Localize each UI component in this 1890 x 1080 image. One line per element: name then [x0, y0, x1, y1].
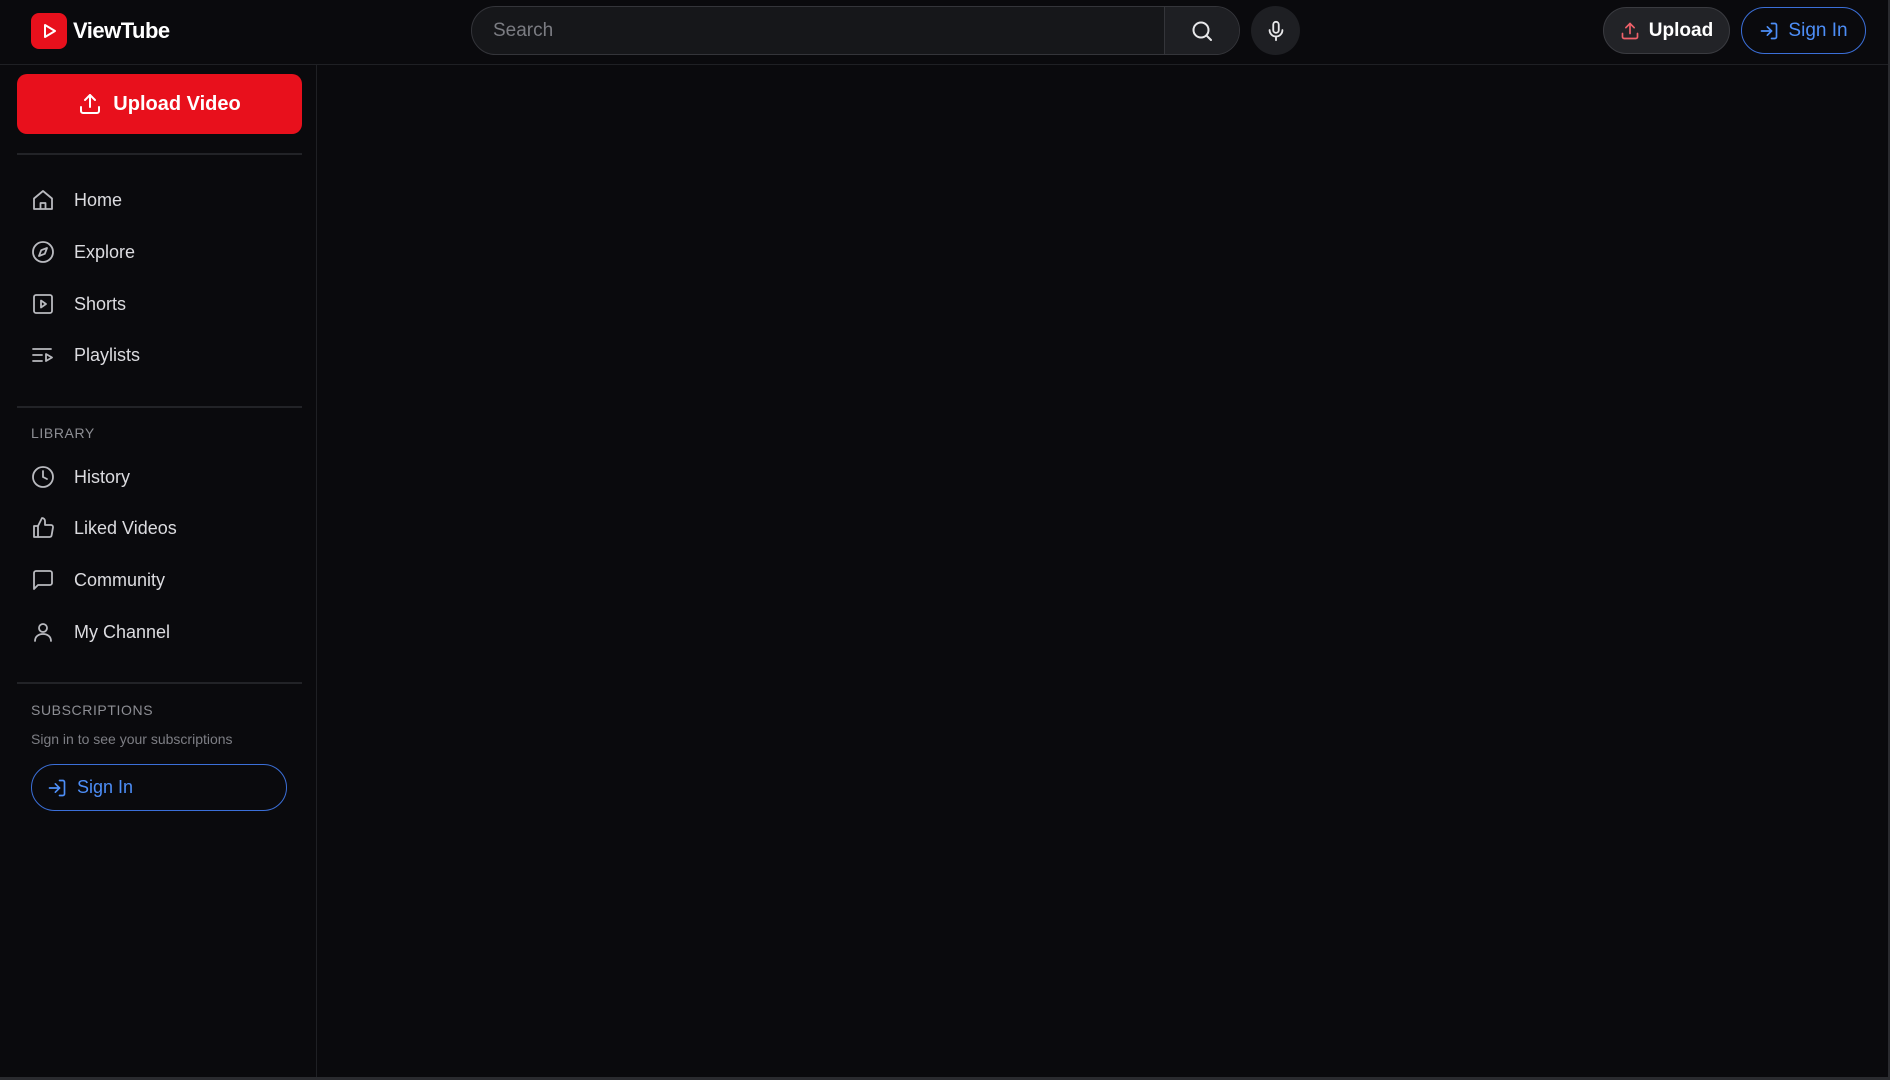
sidebar-item-label: Home	[74, 189, 123, 210]
sidebar-item-community[interactable]: Community	[17, 558, 302, 602]
upload-video-button[interactable]: Upload Video	[17, 74, 302, 134]
top-bar: ViewTube Upload Sign In	[0, 0, 1888, 65]
header-upload-label: Upload	[1648, 19, 1714, 41]
voice-search-button[interactable]	[1251, 6, 1300, 55]
sidebar-item-label: Playlists	[74, 344, 141, 365]
app-name: ViewTube	[73, 18, 170, 43]
header-sign-in-button[interactable]: Sign In	[1741, 7, 1866, 54]
message-icon	[31, 568, 55, 592]
sidebar: Upload Video Home Explore Shorts Playlis…	[0, 65, 317, 1077]
logo[interactable]: ViewTube	[31, 13, 170, 49]
search-button[interactable]	[1164, 7, 1239, 54]
sidebar-item-shorts[interactable]: Shorts	[17, 282, 302, 326]
shorts-icon	[31, 292, 55, 316]
sign-in-icon	[47, 778, 67, 798]
microphone-icon	[1265, 20, 1287, 42]
home-icon	[31, 188, 55, 212]
header-upload-button[interactable]: Upload	[1603, 7, 1730, 54]
upload-icon	[78, 92, 102, 116]
search-bar	[471, 6, 1240, 55]
divider	[17, 153, 302, 155]
divider	[17, 682, 302, 684]
search-input[interactable]	[472, 7, 1164, 54]
upload-video-label: Upload Video	[113, 92, 241, 115]
search-icon	[1190, 19, 1214, 43]
sidebar-item-label: Shorts	[74, 293, 127, 314]
sidebar-sign-in-label: Sign In	[77, 777, 134, 797]
sidebar-sign-in-button[interactable]: Sign In	[31, 764, 287, 811]
header-sign-in-label: Sign In	[1788, 19, 1848, 41]
compass-icon	[31, 240, 55, 264]
thumbs-up-icon	[31, 516, 55, 540]
library-section-title: LIBRARY	[31, 425, 95, 441]
sidebar-item-label: Explore	[74, 241, 136, 262]
user-icon	[31, 620, 55, 644]
divider	[17, 406, 302, 408]
sidebar-item-label: My Channel	[74, 621, 171, 642]
play-logo-icon	[31, 13, 67, 49]
subscriptions-hint: Sign in to see your subscriptions	[31, 731, 233, 747]
sidebar-item-my-channel[interactable]: My Channel	[17, 610, 302, 654]
sidebar-item-label: Liked Videos	[74, 517, 177, 538]
sidebar-item-history[interactable]: History	[17, 455, 302, 499]
main-content	[318, 66, 1888, 1077]
sign-in-icon	[1759, 21, 1779, 41]
app-window: ViewTube Upload Sign In	[0, 0, 1890, 1080]
sidebar-item-playlists[interactable]: Playlists	[17, 333, 302, 377]
sidebar-item-explore[interactable]: Explore	[17, 230, 302, 274]
clock-icon	[31, 465, 55, 489]
subscriptions-section-title: SUBSCRIPTIONS	[31, 702, 154, 718]
playlist-icon	[31, 343, 55, 367]
sidebar-item-home[interactable]: Home	[17, 178, 302, 222]
upload-icon	[1620, 21, 1640, 41]
sidebar-item-label: Community	[74, 569, 166, 590]
sidebar-item-label: History	[74, 466, 131, 487]
sidebar-item-liked-videos[interactable]: Liked Videos	[17, 506, 302, 550]
